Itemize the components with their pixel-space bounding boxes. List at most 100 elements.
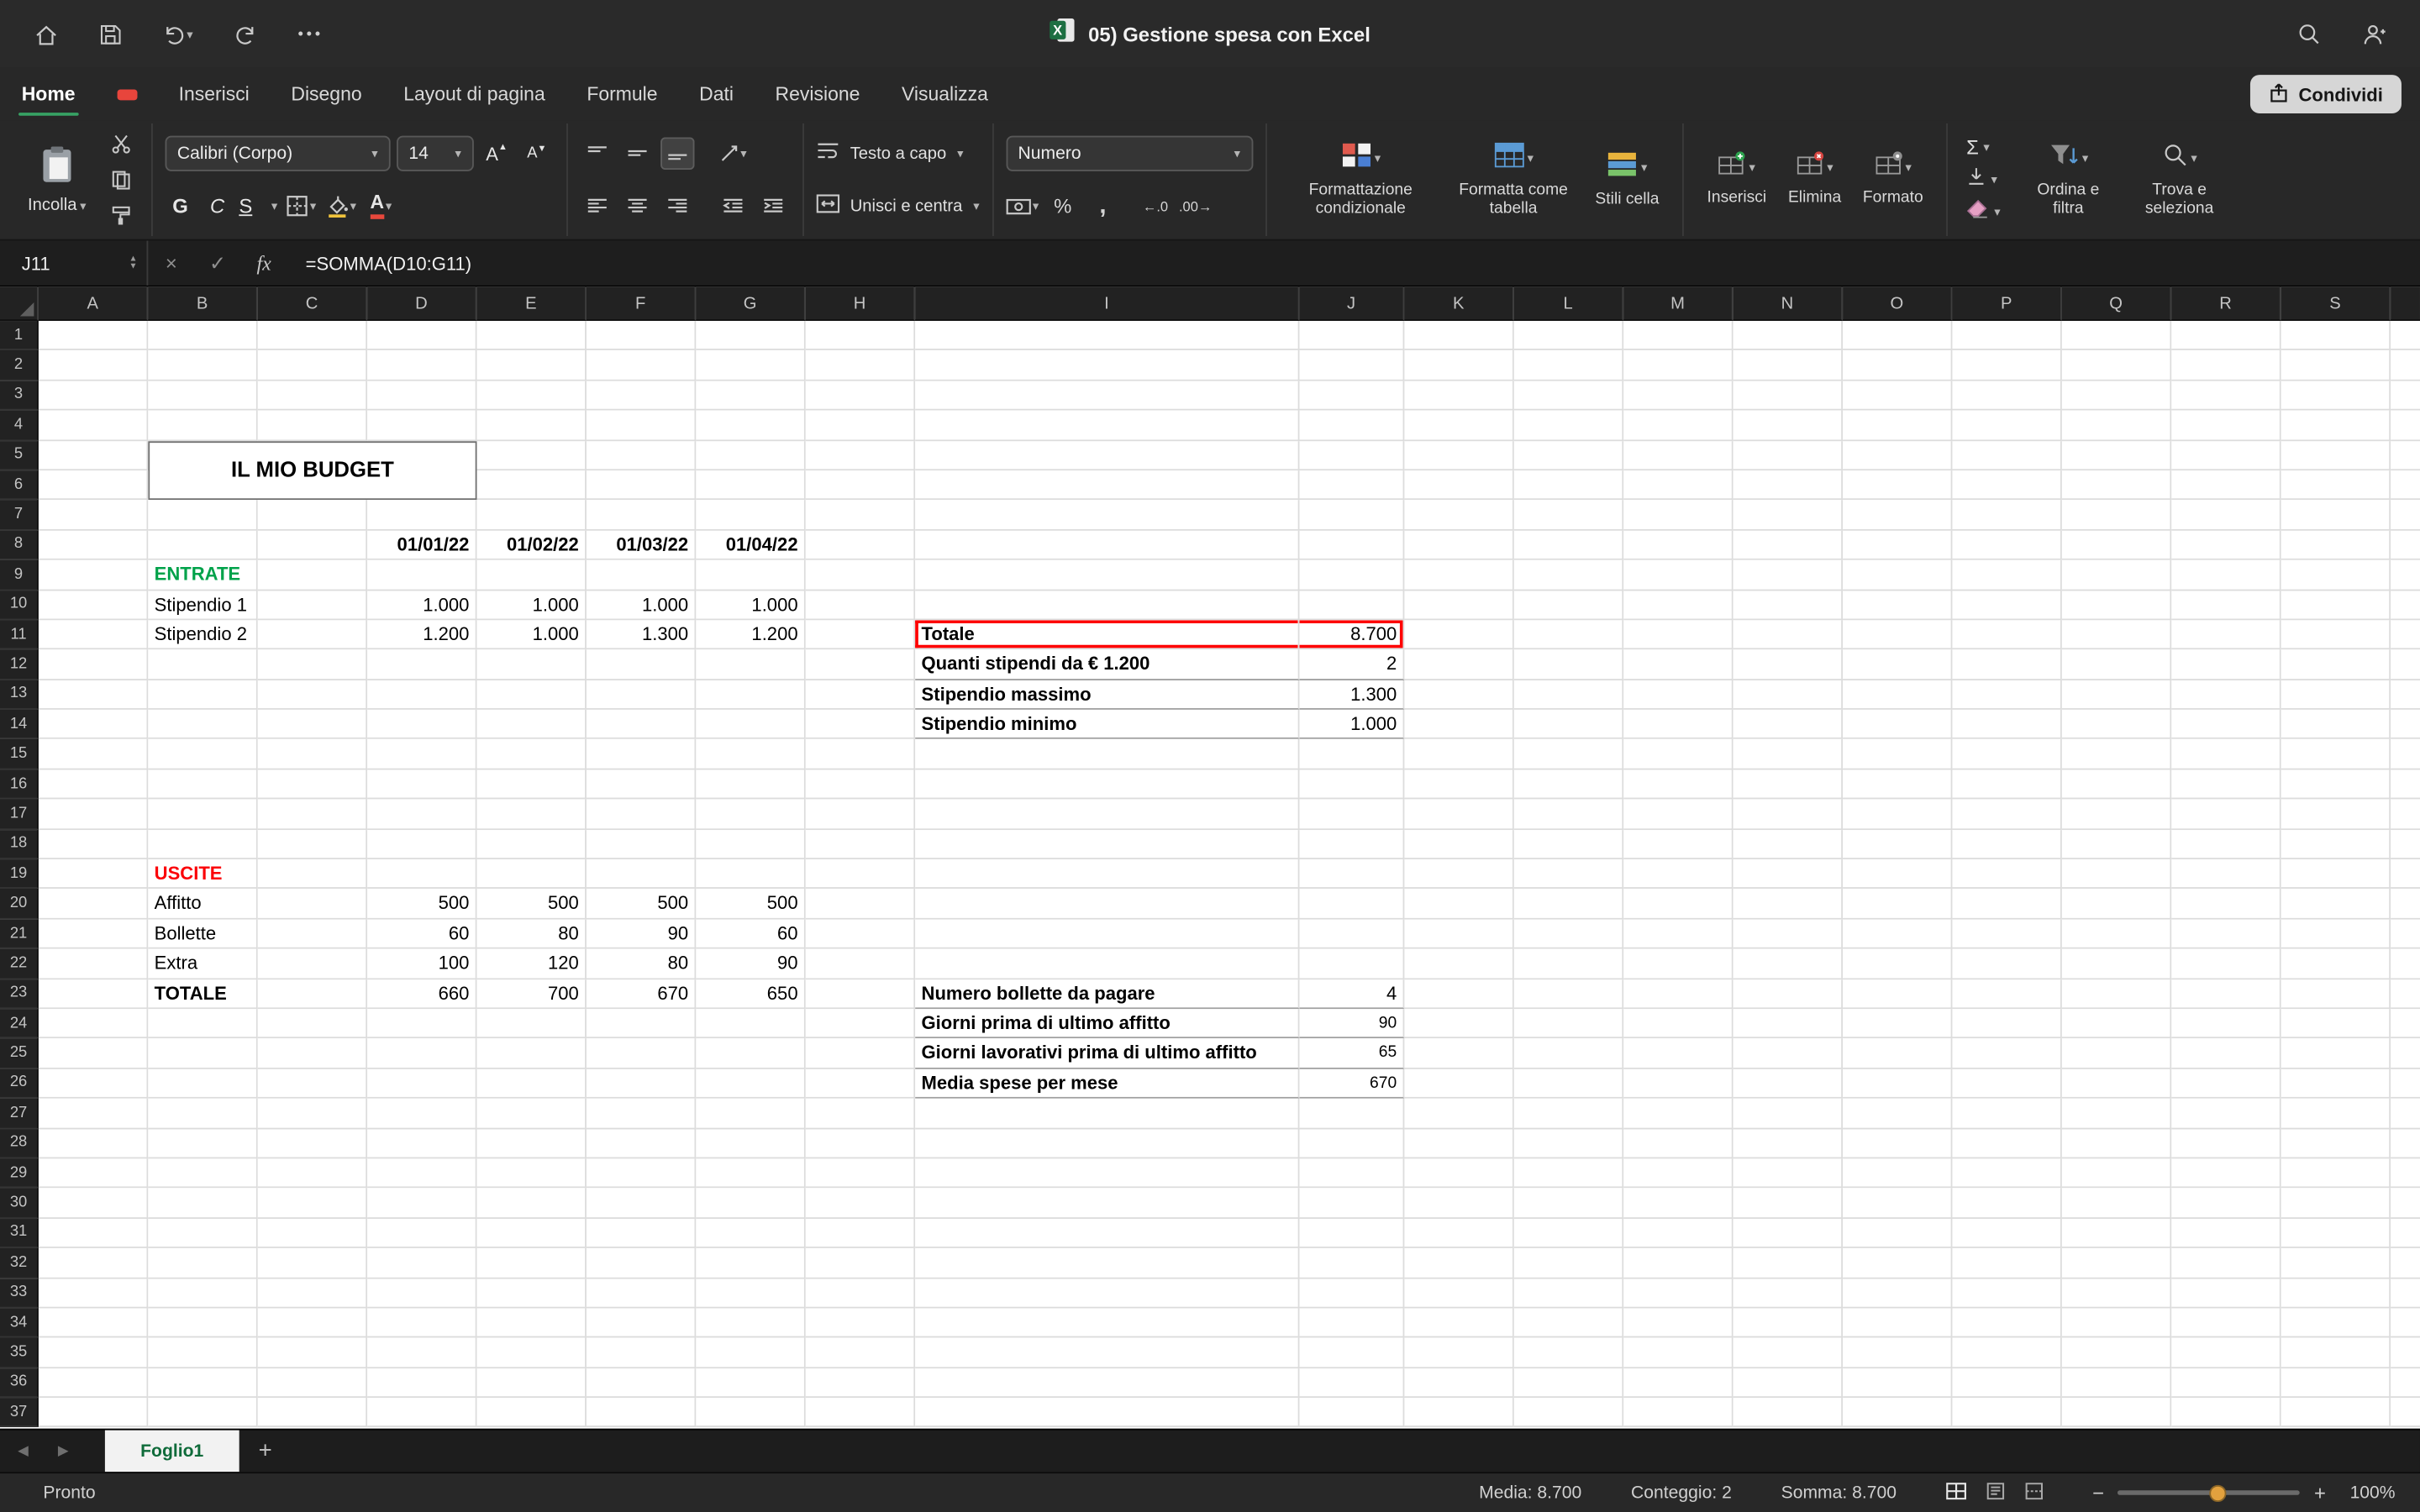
confirm-entry-icon[interactable]: ✓: [194, 250, 240, 275]
cell-M26[interactable]: [1623, 1068, 1733, 1099]
undo-caret[interactable]: [187, 27, 192, 41]
cell-K7[interactable]: [1404, 501, 1513, 531]
cell-O7[interactable]: [1843, 501, 1952, 531]
cell-F19[interactable]: [587, 859, 696, 890]
cell-C19[interactable]: [258, 859, 367, 890]
cell-H11[interactable]: [806, 620, 915, 650]
cell-I10[interactable]: [915, 591, 1299, 621]
cell-L30[interactable]: [1514, 1189, 1623, 1219]
cell-G15[interactable]: [696, 740, 805, 770]
cell-D36[interactable]: [367, 1368, 476, 1399]
cell-N19[interactable]: [1733, 859, 1843, 890]
cell-Q5[interactable]: [2062, 441, 2171, 471]
cell-S36[interactable]: [2281, 1368, 2391, 1399]
cell-B5[interactable]: IL MIO BUDGET: [148, 441, 476, 501]
format-cells-button[interactable]: Formato: [1852, 152, 1934, 208]
cell-R14[interactable]: [2171, 710, 2281, 740]
cell-Q28[interactable]: [2062, 1129, 2171, 1159]
cell-R33[interactable]: [2171, 1278, 2281, 1309]
align-center-icon[interactable]: [620, 190, 654, 223]
insert-function-icon[interactable]: fx: [241, 250, 287, 275]
cell-K20[interactable]: [1404, 890, 1513, 920]
cell-K37[interactable]: [1404, 1398, 1513, 1428]
cell-E26[interactable]: [477, 1068, 587, 1099]
row-header-35[interactable]: 35: [0, 1338, 39, 1368]
cell-B13[interactable]: [148, 680, 257, 710]
cell-Q19[interactable]: [2062, 859, 2171, 890]
cell-C35[interactable]: [258, 1338, 367, 1368]
cell-K12[interactable]: [1404, 650, 1513, 680]
cell-J25[interactable]: 65: [1300, 1039, 1405, 1069]
cell-Q23[interactable]: [2062, 979, 2171, 1010]
comma-style-icon[interactable]: ,: [1086, 190, 1119, 223]
cell-P10[interactable]: [1952, 591, 2061, 621]
cell-L13[interactable]: [1514, 680, 1623, 710]
cell-E7[interactable]: [477, 501, 587, 531]
cell-C24[interactable]: [258, 1009, 367, 1039]
cell-J4[interactable]: [1300, 411, 1405, 441]
cell-L6[interactable]: [1514, 470, 1623, 501]
cell-K22[interactable]: [1404, 949, 1513, 979]
col-header-L[interactable]: L: [1514, 287, 1623, 321]
select-all-corner[interactable]: [0, 287, 39, 321]
zoom-in-icon[interactable]: +: [2314, 1481, 2326, 1504]
cell-A17[interactable]: [39, 800, 148, 830]
row-header-14[interactable]: 14: [0, 710, 39, 740]
cell-G31[interactable]: [696, 1219, 805, 1249]
cell-E29[interactable]: [477, 1158, 587, 1189]
cell-B28[interactable]: [148, 1129, 257, 1159]
cell-P13[interactable]: [1952, 680, 2061, 710]
name-box-stepper[interactable]: [129, 255, 137, 270]
cell-D35[interactable]: [367, 1338, 476, 1368]
row-header-3[interactable]: 3: [0, 381, 39, 411]
cell-R21[interactable]: [2171, 919, 2281, 949]
cell-L25[interactable]: [1514, 1039, 1623, 1069]
cell-C18[interactable]: [258, 830, 367, 860]
row-header-5[interactable]: 5: [0, 441, 39, 471]
cell-A18[interactable]: [39, 830, 148, 860]
cell-D23[interactable]: 660: [367, 979, 476, 1010]
cell-F1[interactable]: [587, 321, 696, 351]
col-header-K[interactable]: K: [1404, 287, 1513, 321]
cell-E25[interactable]: [477, 1039, 587, 1069]
cell-N9[interactable]: [1733, 560, 1843, 591]
cell-D21[interactable]: 60: [367, 919, 476, 949]
cell-B25[interactable]: [148, 1039, 257, 1069]
cell-I16[interactable]: [915, 769, 1299, 800]
cell-L15[interactable]: [1514, 740, 1623, 770]
cell-S15[interactable]: [2281, 740, 2391, 770]
cell-N18[interactable]: [1733, 830, 1843, 860]
cell-O27[interactable]: [1843, 1099, 1952, 1129]
cell-K3[interactable]: [1404, 381, 1513, 411]
cell-M32[interactable]: [1623, 1248, 1733, 1278]
cell-K9[interactable]: [1404, 560, 1513, 591]
cell-M28[interactable]: [1623, 1129, 1733, 1159]
cell-I14[interactable]: Stipendio minimo: [915, 710, 1299, 740]
cell-D14[interactable]: [367, 710, 476, 740]
cell-K15[interactable]: [1404, 740, 1513, 770]
decrease-decimal-icon[interactable]: .00→: [1179, 190, 1213, 223]
cell-B19[interactable]: USCITE: [148, 859, 257, 890]
cell-O36[interactable]: [1843, 1368, 1952, 1399]
cancel-entry-icon[interactable]: ×: [148, 251, 194, 275]
cell-F32[interactable]: [587, 1248, 696, 1278]
underline-button[interactable]: S: [239, 190, 277, 223]
cell-C10[interactable]: [258, 591, 367, 621]
cell-F33[interactable]: [587, 1278, 696, 1309]
cell-G18[interactable]: [696, 830, 805, 860]
cell-N31[interactable]: [1733, 1219, 1843, 1249]
cell-Q27[interactable]: [2062, 1099, 2171, 1129]
cell-K18[interactable]: [1404, 830, 1513, 860]
cell-L2[interactable]: [1514, 351, 1623, 381]
cell-Q10[interactable]: [2062, 591, 2171, 621]
cell-S25[interactable]: [2281, 1039, 2391, 1069]
cell-D15[interactable]: [367, 740, 476, 770]
row-header-1[interactable]: 1: [0, 321, 39, 351]
cell-H23[interactable]: [806, 979, 915, 1010]
cell-Q18[interactable]: [2062, 830, 2171, 860]
cell-I29[interactable]: [915, 1158, 1299, 1189]
cell-H26[interactable]: [806, 1068, 915, 1099]
italic-button[interactable]: C: [202, 190, 233, 223]
cell-L27[interactable]: [1514, 1099, 1623, 1129]
cell-N1[interactable]: [1733, 321, 1843, 351]
